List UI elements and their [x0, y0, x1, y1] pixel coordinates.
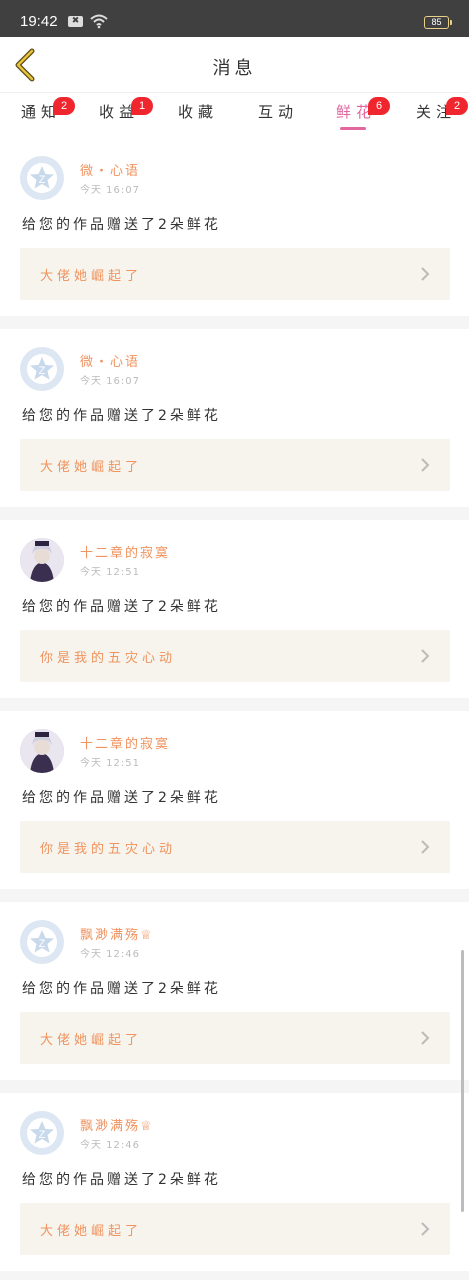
work-link[interactable]: 大佬她崛起了 — [20, 1203, 450, 1255]
status-bar: 19:42 ✖ 85 — [0, 0, 469, 37]
work-link[interactable]: 你是我的五灾心动 — [20, 630, 450, 682]
message-text: 给您的作品赠送了2朵鲜花 — [22, 599, 221, 615]
svg-text:Z: Z — [39, 938, 46, 950]
work-title: 你是我的五灾心动 — [40, 842, 177, 857]
work-link[interactable]: 大佬她崛起了 — [20, 1012, 450, 1064]
timestamp: 今天 12:46 — [80, 1140, 140, 1151]
username[interactable]: 微・心语 — [80, 351, 140, 370]
tab-label: 互动 — [258, 103, 299, 121]
username[interactable]: 飘渺满殇♕ — [80, 1115, 154, 1134]
username[interactable]: 飘渺满殇♕ — [80, 924, 154, 943]
list-item[interactable]: Z 微・心语 今天 16:07 给您的作品赠送了2朵鲜花 大佬她崛起了 — [0, 138, 469, 316]
list-item[interactable]: Z 微・心语 今天 16:07 给您的作品赠送了2朵鲜花 大佬她崛起了 — [0, 329, 469, 507]
username[interactable]: 微・心语 — [80, 160, 140, 179]
notification-icon: ✖ — [68, 16, 83, 27]
chevron-right-icon — [421, 267, 430, 281]
chevron-right-icon — [421, 1222, 430, 1236]
tab-favorites[interactable]: 收藏 — [178, 101, 218, 122]
anime-avatar[interactable] — [20, 538, 64, 582]
tab-earnings[interactable]: 收益 1 — [99, 97, 153, 122]
message-text: 给您的作品赠送了2朵鲜花 — [22, 981, 221, 997]
chevron-right-icon — [421, 840, 430, 854]
message-text: 给您的作品赠送了2朵鲜花 — [22, 217, 221, 233]
wifi-icon — [90, 14, 108, 29]
username[interactable]: 十二章的寂寞 — [80, 542, 170, 561]
work-link[interactable]: 大佬她崛起了 — [20, 248, 450, 300]
active-tab-indicator — [340, 127, 366, 130]
timestamp: 今天 12:51 — [80, 567, 140, 578]
username[interactable]: 十二章的寂寞 — [80, 733, 170, 752]
svg-text:Z: Z — [39, 365, 46, 377]
header: 消息 — [0, 37, 469, 93]
timestamp: 今天 16:07 — [80, 376, 140, 387]
tab-label: 收藏 — [178, 103, 219, 121]
tab-flowers[interactable]: 鲜花 6 — [336, 97, 390, 122]
page-title: 消息 — [212, 58, 257, 79]
list-item[interactable]: 十二章的寂寞 今天 12:51 给您的作品赠送了2朵鲜花 你是我的五灾心动 — [0, 711, 469, 889]
tab-bar: 通知 2 收益 1 收藏 互动 鲜花 6 关注 2 — [0, 93, 469, 138]
work-title: 你是我的五灾心动 — [40, 651, 177, 666]
anime-avatar[interactable] — [20, 729, 64, 773]
chevron-right-icon — [421, 649, 430, 663]
list-item[interactable]: Z 飘渺满殇♕ 今天 12:46 给您的作品赠送了2朵鲜花 大佬她崛起了 — [0, 902, 469, 1080]
message-text: 给您的作品赠送了2朵鲜花 — [22, 1172, 221, 1188]
battery-indicator: 85 — [424, 16, 452, 29]
message-text: 给您的作品赠送了2朵鲜花 — [22, 408, 221, 424]
work-link[interactable]: 你是我的五灾心动 — [20, 821, 450, 873]
work-link[interactable]: 大佬她崛起了 — [20, 439, 450, 491]
tab-notifications[interactable]: 通知 2 — [21, 97, 75, 122]
default-avatar-icon[interactable]: Z — [20, 920, 64, 964]
timestamp: 今天 12:51 — [80, 758, 140, 769]
timestamp: 今天 12:46 — [80, 949, 140, 960]
work-title: 大佬她崛起了 — [40, 1033, 143, 1048]
svg-text:Z: Z — [39, 174, 46, 186]
chevron-right-icon — [421, 1031, 430, 1045]
tab-badge: 6 — [368, 97, 390, 115]
default-avatar-icon[interactable]: Z — [20, 156, 64, 200]
scrollbar[interactable] — [461, 950, 464, 1212]
timestamp: 今天 16:07 — [80, 185, 140, 196]
list-item[interactable]: 十二章的寂寞 今天 12:51 给您的作品赠送了2朵鲜花 你是我的五灾心动 — [0, 520, 469, 698]
tab-badge: 2 — [446, 97, 468, 115]
tab-badge: 2 — [53, 97, 75, 115]
default-avatar-icon[interactable]: Z — [20, 1111, 64, 1155]
tab-badge: 1 — [131, 97, 153, 115]
work-title: 大佬她崛起了 — [40, 460, 143, 475]
message-text: 给您的作品赠送了2朵鲜花 — [22, 790, 221, 806]
svg-text:Z: Z — [39, 1129, 46, 1141]
default-avatar-icon[interactable]: Z — [20, 347, 64, 391]
tab-follows[interactable]: 关注 2 — [416, 97, 468, 122]
tab-interactions[interactable]: 互动 — [258, 101, 298, 122]
status-time: 19:42 — [20, 13, 58, 30]
list-item[interactable]: Z 飘渺满殇♕ 今天 12:46 给您的作品赠送了2朵鲜花 大佬她崛起了 — [0, 1093, 469, 1271]
work-title: 大佬她崛起了 — [40, 1224, 143, 1239]
chevron-right-icon — [421, 458, 430, 472]
work-title: 大佬她崛起了 — [40, 269, 143, 284]
